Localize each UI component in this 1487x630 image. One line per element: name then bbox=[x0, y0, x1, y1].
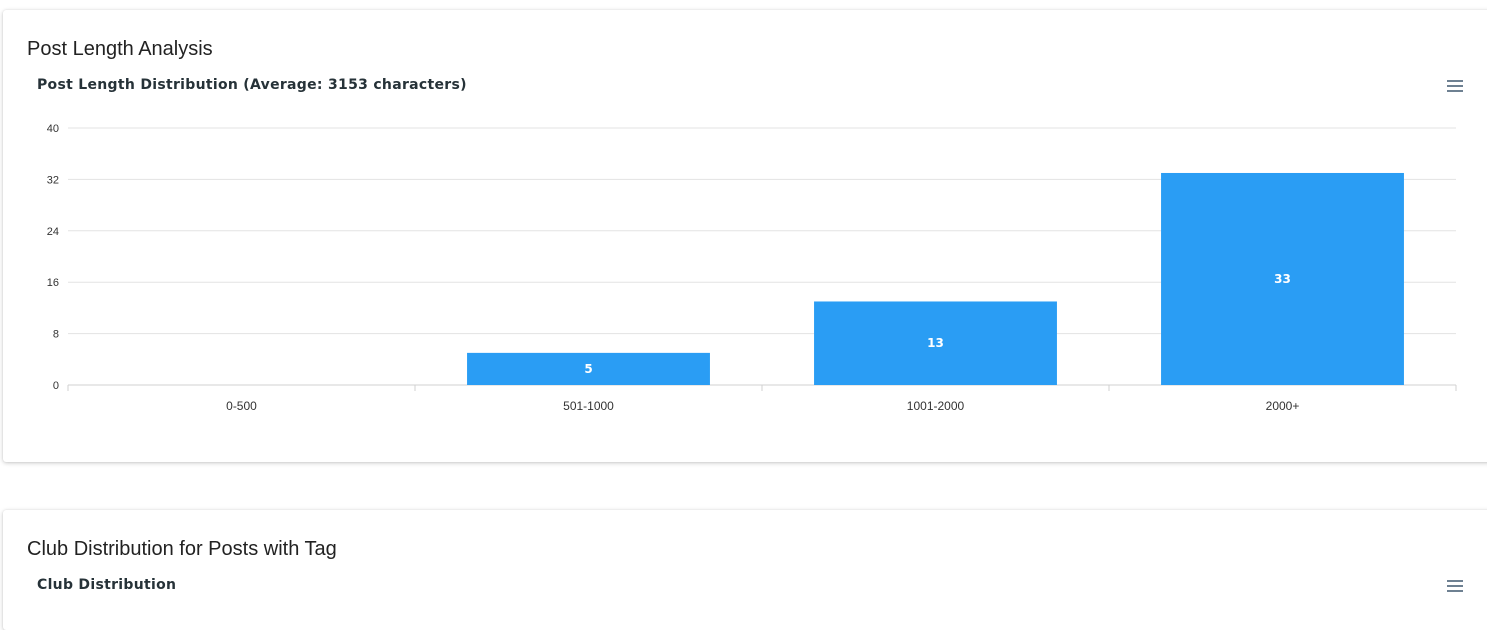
bar-chart: 0 8 16 24 32 40 0-500 501-1000 5 1001-2000 13 2000+… bbox=[47, 123, 1457, 413]
x-tick-label: 501-1000 bbox=[563, 399, 614, 413]
y-tick-label: 0 bbox=[53, 380, 59, 392]
y-tick-label: 16 bbox=[47, 277, 59, 289]
y-tick-label: 32 bbox=[47, 174, 59, 186]
x-tick-label: 1001-2000 bbox=[907, 399, 965, 413]
bar-data-label: 5 bbox=[584, 362, 592, 376]
chart-title: Club Distribution bbox=[37, 577, 177, 593]
y-tick-label: 40 bbox=[47, 123, 59, 135]
y-tick-label: 24 bbox=[47, 226, 59, 238]
card-title: Club Distribution for Posts with Tag bbox=[27, 538, 337, 560]
post-length-card: Post Length Analysis Post Length Distrib… bbox=[3, 10, 1487, 462]
club-distribution-card: Club Distribution for Posts with Tag Clu… bbox=[3, 510, 1487, 630]
x-tick-label: 2000+ bbox=[1266, 399, 1300, 413]
y-tick-label: 8 bbox=[53, 329, 59, 341]
bar-data-label: 33 bbox=[1274, 272, 1291, 286]
hamburger-menu-icon[interactable] bbox=[1447, 580, 1463, 592]
x-tick-label: 0-500 bbox=[226, 399, 257, 413]
bar-data-label: 13 bbox=[927, 336, 944, 350]
